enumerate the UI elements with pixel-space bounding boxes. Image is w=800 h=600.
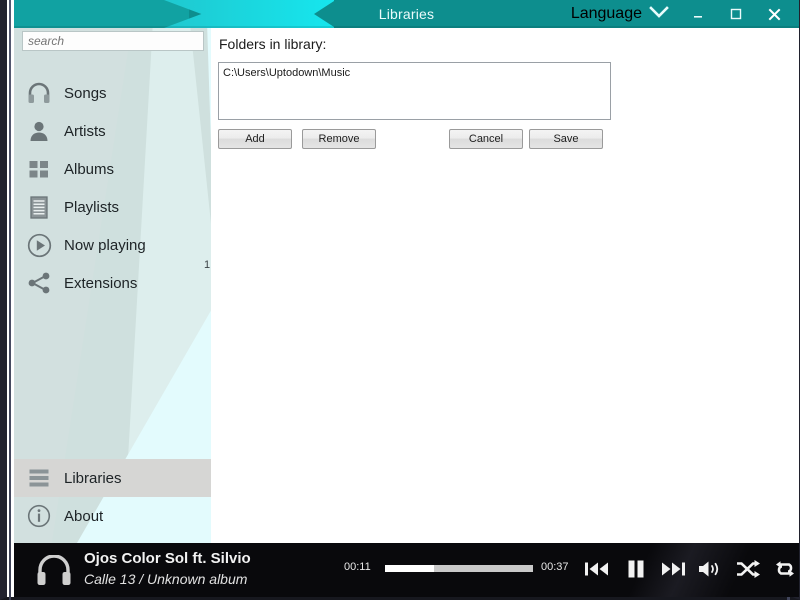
pause-button[interactable] [622, 556, 650, 582]
sidebar-nav-secondary: Libraries About [14, 459, 211, 535]
person-icon [26, 118, 52, 144]
sidebar-item-label: Playlists [64, 198, 120, 216]
library-stack-icon [26, 465, 52, 491]
elapsed-time: 00:11 [344, 561, 371, 573]
sidebar-item-extensions[interactable]: Extensions [14, 264, 211, 302]
language-selector[interactable]: Language [571, 0, 669, 28]
cancel-button[interactable]: Cancel [449, 129, 523, 149]
play-circle-icon [26, 232, 52, 258]
headphones-icon [26, 80, 52, 106]
folders-action-buttons: Add Remove Cancel Save [218, 129, 618, 149]
search-input[interactable] [23, 32, 203, 50]
repeat-button[interactable] [771, 556, 799, 582]
sidebar-item-label: Artists [64, 122, 106, 140]
list-lines-icon [26, 194, 52, 220]
remove-button[interactable]: Remove [302, 129, 376, 149]
sidebar-item-playlists[interactable]: Playlists [14, 188, 211, 226]
maximize-icon [730, 8, 742, 20]
shuffle-icon [737, 560, 760, 578]
headphones-icon [36, 554, 72, 591]
now-playing-badge: 1 [204, 259, 211, 271]
maximize-button[interactable] [721, 0, 751, 28]
minimize-icon [694, 16, 702, 18]
track-subtitle: Calle 13 / Unknown album [84, 571, 248, 587]
sidebar-item-artists[interactable]: Artists [14, 112, 211, 150]
window-frame-left-edge [9, 0, 11, 600]
grid-icon [26, 156, 52, 182]
sidebar: Songs Artists [14, 28, 211, 543]
sidebar-item-label: Now playing [64, 236, 146, 254]
sidebar-item-now-playing[interactable]: Now playing [14, 226, 211, 264]
window-title: Libraries [378, 6, 435, 22]
title-bar[interactable]: Libraries Language [14, 0, 799, 28]
volume-icon [699, 561, 719, 577]
previous-track-button[interactable] [583, 556, 611, 582]
progress-fill [385, 565, 434, 572]
sidebar-item-songs[interactable]: Songs [14, 74, 211, 112]
sidebar-item-albums[interactable]: Albums [14, 150, 211, 188]
sidebar-item-libraries[interactable]: Libraries [14, 459, 211, 497]
save-button[interactable]: Save [529, 129, 603, 149]
shuffle-button[interactable] [734, 556, 762, 582]
language-label: Language [570, 5, 642, 22]
sidebar-item-label: Libraries [64, 469, 122, 487]
main-content: Folders in library: C:\Users\Uptodown\Mu… [211, 28, 799, 543]
close-icon [768, 8, 780, 20]
share-icon [26, 270, 52, 296]
folders-list[interactable]: C:\Users\Uptodown\Music [218, 62, 611, 120]
list-item[interactable]: C:\Users\Uptodown\Music [219, 63, 610, 79]
next-track-button[interactable] [659, 556, 687, 582]
track-title: Ojos Color Sol ft. Silvio [84, 550, 251, 567]
volume-button[interactable] [696, 556, 724, 582]
sidebar-nav-primary: Songs Artists Albums Playlists Now playi… [14, 74, 211, 302]
next-icon [662, 562, 685, 576]
previous-icon [585, 562, 608, 576]
sidebar-item-label: Songs [64, 84, 107, 102]
search-box[interactable] [22, 31, 204, 51]
pause-icon [628, 560, 644, 578]
sidebar-item-label: Extensions [64, 274, 138, 292]
application-window: Libraries Language search Songs Artists … [0, 0, 800, 600]
info-circle-icon [26, 503, 52, 529]
add-button[interactable]: Add [218, 129, 292, 149]
repeat-icon [776, 561, 794, 577]
sidebar-item-about[interactable]: About [14, 497, 211, 535]
minimize-button[interactable] [683, 0, 713, 28]
progress-slider[interactable] [385, 565, 533, 572]
close-button[interactable] [759, 0, 789, 28]
player-bar: Ojos Color Sol ft. Silvio Calle 13 / Unk… [14, 543, 799, 597]
sidebar-item-label: Albums [64, 160, 115, 178]
sidebar-item-label: About [64, 507, 104, 525]
page-title: Folders in library: [219, 36, 327, 52]
chevron-down-icon [649, 5, 669, 24]
total-time: 00:37 [541, 561, 569, 573]
